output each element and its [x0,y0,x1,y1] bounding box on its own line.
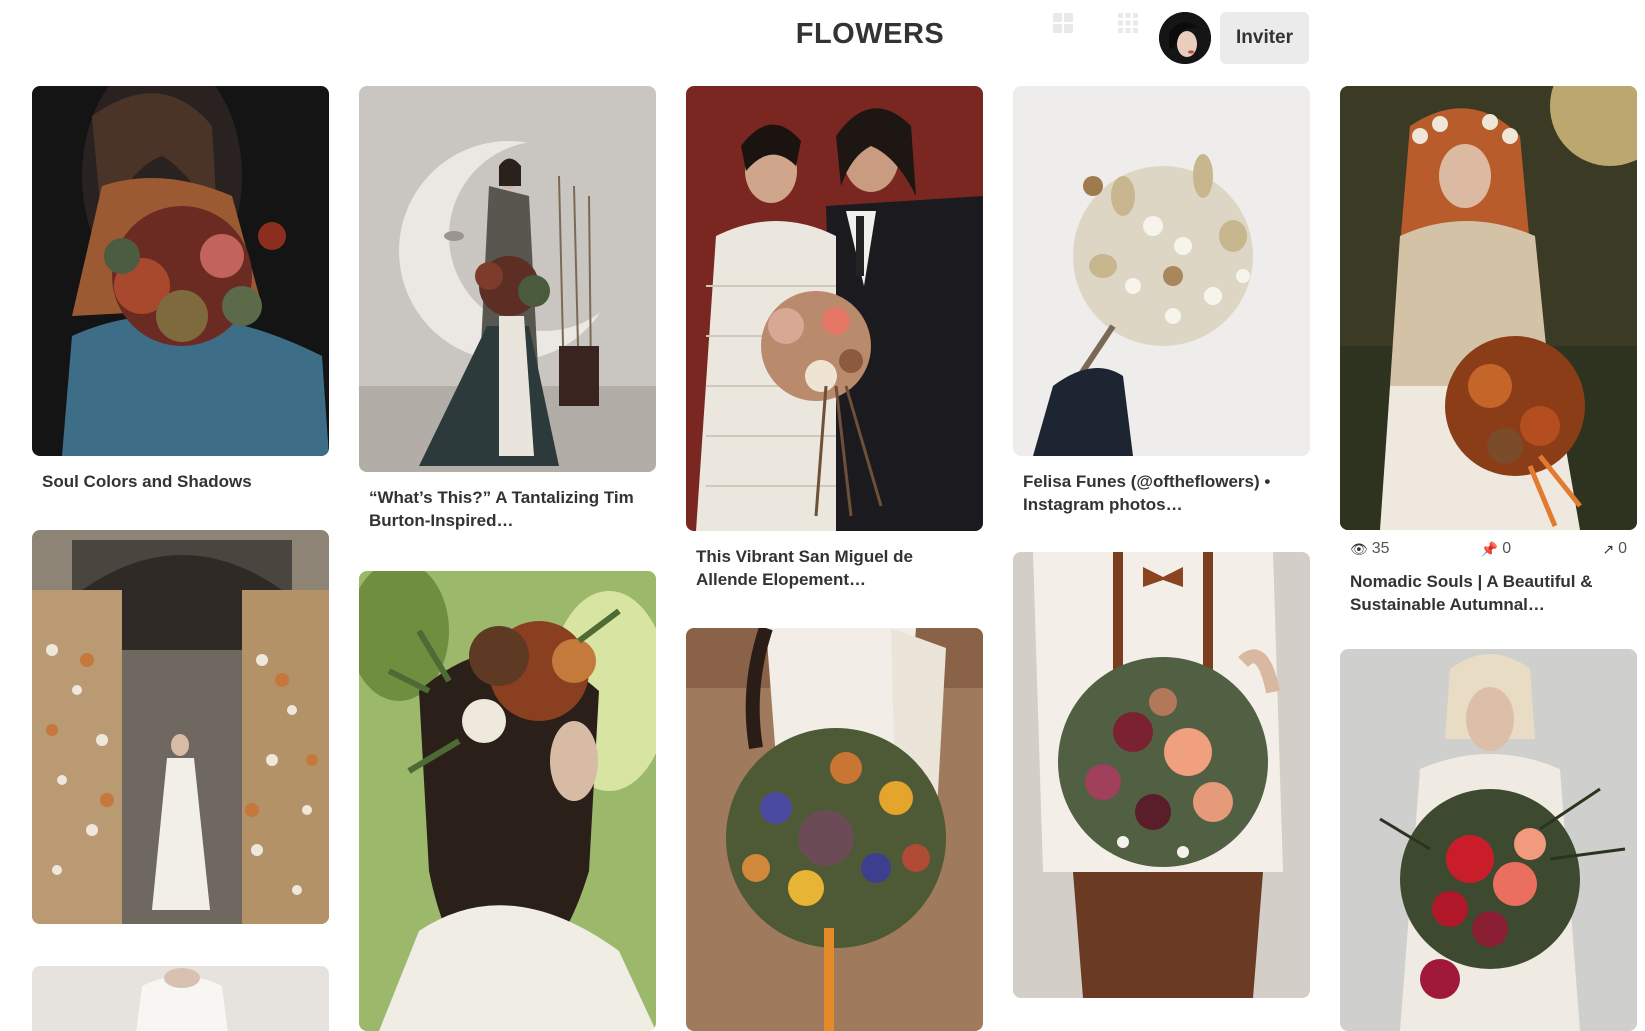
pin-card[interactable]: This Vibrant San Miguel de Allende Elope… [686,86,983,591]
pin-caption[interactable]: “What’s This?” A Tantalizing Tim Burton-… [369,486,646,532]
pin-card[interactable] [32,966,329,1031]
flower-crown-bride-image[interactable] [1340,86,1637,530]
avatar[interactable] [1159,12,1211,64]
pin-card[interactable] [32,530,329,924]
partial-pin-image[interactable] [32,966,329,1031]
dried-flower-bouquet-image[interactable] [1013,86,1310,456]
pin-card[interactable] [1013,552,1310,998]
grid-compact-icon[interactable] [1117,12,1139,34]
invite-button[interactable]: Inviter [1220,12,1310,64]
board-title: FLOWERS [795,18,945,50]
pin-card[interactable]: Soul Colors and Shadows [32,86,329,493]
grid-view-icon[interactable] [1052,12,1074,34]
flower-crown-profile-image[interactable] [359,571,656,1031]
couple-red-wall-image[interactable] [686,86,983,531]
moon-backdrop-bride-image[interactable] [359,86,656,472]
pin-card[interactable]: “What’s This?” A Tantalizing Tim Burton-… [359,86,656,532]
pin-stats: 👁 35 📌 0 ↗ 0 [1350,540,1627,558]
floral-arch-bride-image[interactable] [32,530,329,924]
bride-red-bouquet-image[interactable] [1340,649,1637,1031]
arrow-up-right-icon: ↗ [1602,541,1615,557]
pin-caption[interactable]: This Vibrant San Miguel de Allende Elope… [696,545,973,591]
pin-card[interactable] [359,571,656,1031]
woman-blue-dress-bouquet-image[interactable] [32,86,329,456]
pin-caption[interactable]: Soul Colors and Shadows [42,470,319,493]
pin-caption[interactable]: Felisa Funes (@oftheflowers) • Instagram… [1023,470,1300,516]
views-count: 35 [1371,540,1390,557]
wildflower-bouquet-image[interactable] [686,628,983,1031]
board-page: FLOWERS Inviter Soul Colors and Shadows … [0,0,1645,1031]
saves-stat[interactable]: 📌 0 [1481,540,1511,558]
saves-count: 0 [1502,540,1512,557]
pin-icon: 📌 [1480,541,1499,557]
pin-card[interactable]: Felisa Funes (@oftheflowers) • Instagram… [1013,86,1310,516]
views-stat: 👁 35 [1350,540,1390,558]
pin-card[interactable]: 👁 35 📌 0 ↗ 0 Nomadic Souls | A Beautiful… [1340,86,1637,616]
pin-caption[interactable]: Nomadic Souls | A Beautiful & Sustainabl… [1350,570,1627,616]
shares-count: 0 [1618,540,1627,557]
pin-card[interactable] [1340,649,1637,1031]
eye-icon: 👁 [1350,541,1368,557]
groom-suspenders-bouquet-image[interactable] [1013,552,1310,998]
pin-card[interactable] [686,628,983,1031]
shares-stat[interactable]: ↗ 0 [1602,540,1627,558]
